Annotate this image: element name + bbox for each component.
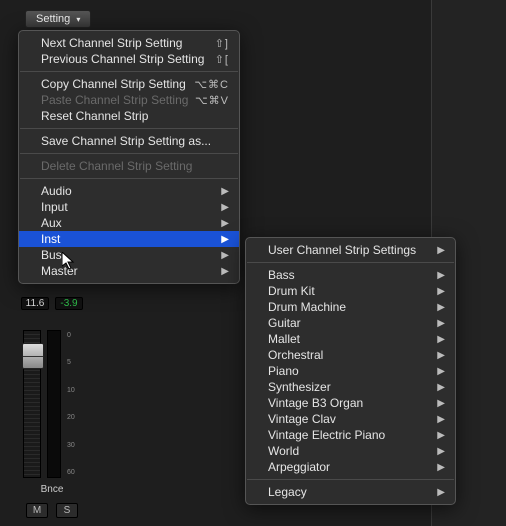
chevron-right-icon: ▶ [437, 414, 445, 425]
menu-aux[interactable]: Aux▶ [19, 215, 239, 231]
submenu-world[interactable]: World▶ [246, 443, 455, 459]
chevron-right-icon: ▶ [437, 318, 445, 329]
volume-fader[interactable] [23, 330, 41, 478]
meter-scale: 0 5 10 20 30 60 [67, 330, 81, 478]
setting-label: Setting [36, 13, 70, 25]
chevron-right-icon: ▶ [221, 218, 229, 229]
submenu-drum-machine[interactable]: Drum Machine▶ [246, 299, 455, 315]
submenu-vintage-b3[interactable]: Vintage B3 Organ▶ [246, 395, 455, 411]
menu-paste: Paste Channel Strip Setting⌥⌘V [19, 92, 239, 108]
chevron-down-icon: ▾ [76, 15, 80, 24]
gain-readout: 11.6 [21, 297, 49, 310]
mute-button[interactable]: M [26, 503, 48, 518]
menu-delete: Delete Channel Strip Setting [19, 158, 239, 174]
setting-button[interactable]: Setting ▾ [25, 10, 91, 28]
menu-master[interactable]: Master▶ [19, 263, 239, 279]
chevron-right-icon: ▶ [437, 366, 445, 377]
chevron-right-icon: ▶ [221, 186, 229, 197]
submenu-drum-kit[interactable]: Drum Kit▶ [246, 283, 455, 299]
solo-button[interactable]: S [56, 503, 78, 518]
submenu-orchestral[interactable]: Orchestral▶ [246, 347, 455, 363]
peak-readout: -3.9 [55, 297, 83, 310]
fader-knob[interactable] [22, 343, 44, 369]
menu-bus[interactable]: Bus▶ [19, 247, 239, 263]
submenu-arpeggiator[interactable]: Arpeggiator▶ [246, 459, 455, 475]
chevron-right-icon: ▶ [437, 286, 445, 297]
submenu-bass[interactable]: Bass▶ [246, 267, 455, 283]
menu-reset[interactable]: Reset Channel Strip [19, 108, 239, 124]
channel-strip: 11.6 -3.9 0 5 10 20 30 60 Bnce M S [18, 297, 86, 518]
bounce-button[interactable]: Bnce [18, 484, 86, 495]
submenu-vintage-clav[interactable]: Vintage Clav▶ [246, 411, 455, 427]
menu-input[interactable]: Input▶ [19, 199, 239, 215]
menu-prev[interactable]: Previous Channel Strip Setting⇧[ [19, 51, 239, 67]
submenu-vintage-ep[interactable]: Vintage Electric Piano▶ [246, 427, 455, 443]
menu-save-as[interactable]: Save Channel Strip Setting as... [19, 133, 239, 149]
submenu-user[interactable]: User Channel Strip Settings▶ [246, 242, 455, 258]
inst-submenu: User Channel Strip Settings▶ Bass▶ Drum … [245, 237, 456, 505]
submenu-legacy[interactable]: Legacy▶ [246, 484, 455, 500]
chevron-right-icon: ▶ [221, 250, 229, 261]
submenu-synthesizer[interactable]: Synthesizer▶ [246, 379, 455, 395]
menu-audio[interactable]: Audio▶ [19, 183, 239, 199]
submenu-guitar[interactable]: Guitar▶ [246, 315, 455, 331]
chevron-right-icon: ▶ [437, 398, 445, 409]
level-meter [47, 330, 61, 478]
chevron-right-icon: ▶ [221, 266, 229, 277]
chevron-right-icon: ▶ [437, 302, 445, 313]
chevron-right-icon: ▶ [437, 270, 445, 281]
submenu-mallet[interactable]: Mallet▶ [246, 331, 455, 347]
chevron-right-icon: ▶ [437, 382, 445, 393]
chevron-right-icon: ▶ [437, 334, 445, 345]
menu-copy[interactable]: Copy Channel Strip Setting⌥⌘C [19, 76, 239, 92]
menu-inst[interactable]: Inst▶ [19, 231, 239, 247]
chevron-right-icon: ▶ [437, 430, 445, 441]
chevron-right-icon: ▶ [221, 202, 229, 213]
channel-strip-menu: Next Channel Strip Setting⇧] Previous Ch… [18, 30, 240, 284]
chevron-right-icon: ▶ [221, 234, 229, 245]
chevron-right-icon: ▶ [437, 446, 445, 457]
chevron-right-icon: ▶ [437, 245, 445, 256]
chevron-right-icon: ▶ [437, 487, 445, 498]
chevron-right-icon: ▶ [437, 462, 445, 473]
chevron-right-icon: ▶ [437, 350, 445, 361]
menu-next[interactable]: Next Channel Strip Setting⇧] [19, 35, 239, 51]
submenu-piano[interactable]: Piano▶ [246, 363, 455, 379]
